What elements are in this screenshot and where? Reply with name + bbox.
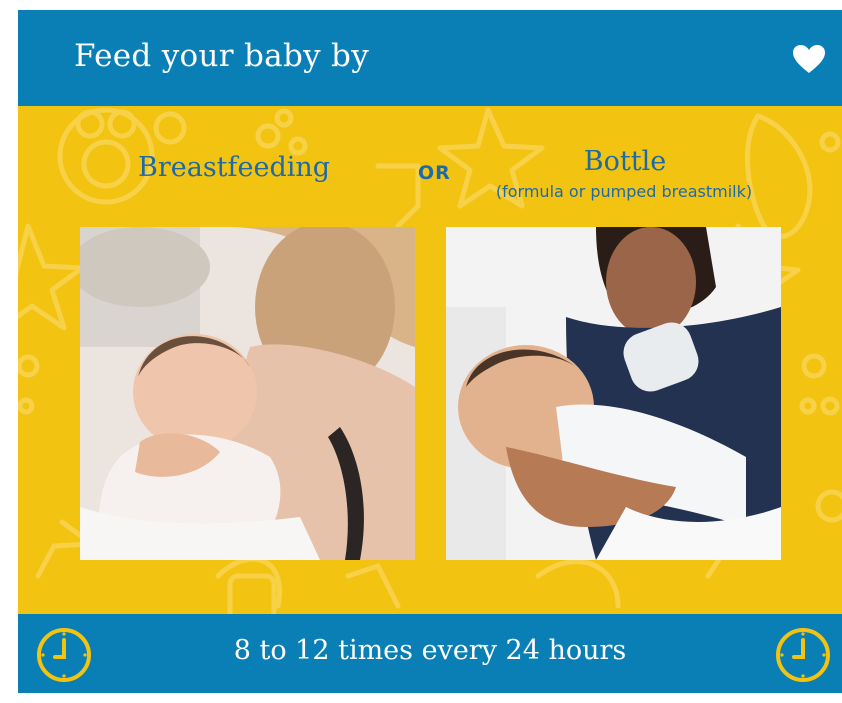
breastfeeding-photo — [80, 227, 415, 560]
feeding-info-card: Feed your baby by Breastfeeding OR Bottl… — [18, 10, 842, 693]
heart-icon[interactable] — [792, 44, 826, 74]
bottle-label: Bottle — [583, 146, 667, 177]
or-divider-label: OR — [418, 162, 451, 184]
bottle-note: (formula or pumped breastmilk) — [495, 182, 753, 201]
header-bar: Feed your baby by — [18, 10, 842, 106]
feeding-options-panel: Breastfeeding OR Bottle (formula or pump… — [18, 106, 842, 614]
breastfeeding-label: Breastfeeding — [138, 152, 331, 183]
breastfeeding-illustration — [80, 227, 415, 560]
footer-bar: 8 to 12 times every 24 hours — [18, 614, 842, 693]
bottle-feeding-illustration — [446, 227, 781, 560]
header-title: Feed your baby by — [74, 38, 370, 74]
clock-icon — [776, 628, 830, 682]
feeding-frequency-text: 8 to 12 times every 24 hours — [233, 635, 627, 666]
bottle-feeding-photo — [446, 227, 781, 560]
